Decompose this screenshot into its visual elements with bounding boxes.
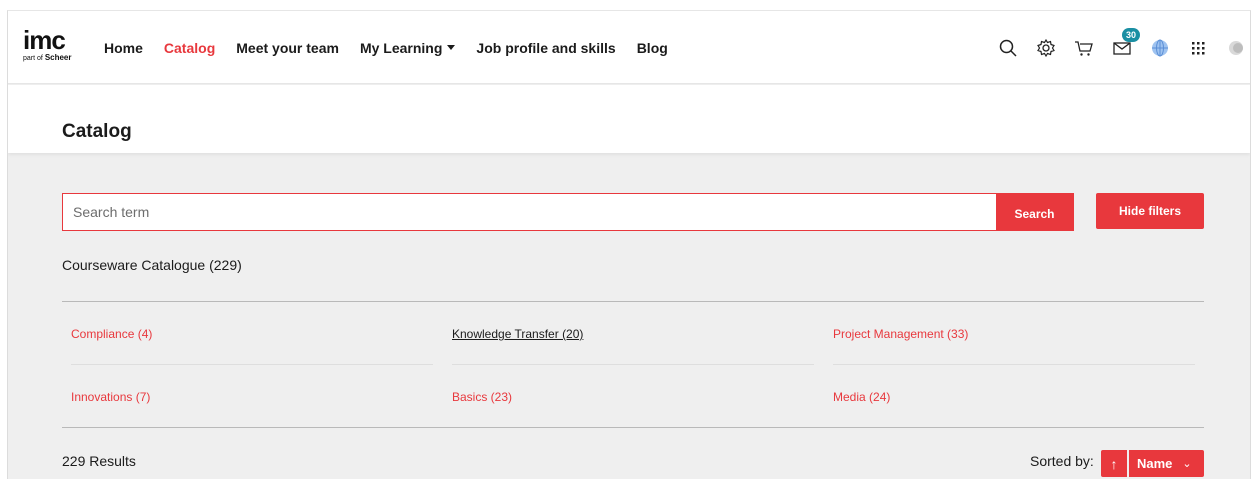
category-separator	[452, 364, 814, 365]
results-count: 229 Results	[62, 453, 136, 469]
sorted-by-label: Sorted by:	[1030, 453, 1094, 469]
chevron-down-icon: ⌄	[1182, 458, 1192, 470]
caret-down-icon	[447, 45, 456, 50]
avatar[interactable]	[1226, 38, 1246, 58]
category-knowledge-transfer[interactable]: Knowledge Transfer (20)	[452, 327, 583, 341]
header-icons: 30	[998, 11, 1250, 84]
logo-text: imc	[23, 25, 66, 55]
hide-filters-button[interactable]: Hide filters	[1096, 193, 1204, 229]
globe-icon[interactable]	[1150, 38, 1170, 58]
category-media[interactable]: Media (24)	[833, 390, 890, 404]
mail-icon[interactable]: 30	[1112, 27, 1140, 58]
search-bar: Search	[62, 193, 1074, 231]
nav-job-profile[interactable]: Job profile and skills	[476, 40, 615, 56]
nav-home[interactable]: Home	[104, 40, 143, 56]
page-title-bar: Catalog	[8, 85, 1250, 153]
divider	[62, 301, 1204, 302]
imc-logo[interactable]: imc part of Scheer	[23, 25, 75, 65]
main-nav: Home Catalog Meet your team My Learning …	[104, 11, 689, 84]
search-input[interactable]	[63, 194, 996, 230]
category-basics[interactable]: Basics (23)	[452, 390, 512, 404]
category-innovations[interactable]: Innovations (7)	[71, 390, 150, 404]
divider	[62, 427, 1204, 428]
category-project-management[interactable]: Project Management (33)	[833, 327, 968, 341]
search-button[interactable]: Search	[996, 194, 1073, 230]
arrow-up-icon: ↑	[1110, 455, 1118, 472]
search-icon[interactable]	[998, 38, 1018, 58]
category-separator	[71, 364, 433, 365]
nav-my-learning[interactable]: My Learning	[359, 39, 456, 56]
app-window: imc part of Scheer Home Catalog Meet you…	[7, 10, 1251, 479]
nav-catalog[interactable]: Catalog	[164, 40, 215, 56]
sort-field-label: Name	[1137, 456, 1173, 471]
top-navigation-bar: imc part of Scheer Home Catalog Meet you…	[8, 11, 1250, 84]
page-title: Catalog	[62, 121, 132, 142]
sort-field-dropdown[interactable]: Name ⌄	[1129, 450, 1204, 477]
nav-blog[interactable]: Blog	[637, 40, 668, 56]
logo-sub-bold: Scheer	[44, 53, 72, 62]
logo-subtext: part of Scheer	[23, 53, 75, 62]
messages-count-badge: 30	[1122, 27, 1140, 42]
cart-icon[interactable]	[1074, 38, 1094, 58]
category-separator	[833, 364, 1195, 365]
logo-sub-small: part of	[23, 55, 43, 62]
gear-icon[interactable]	[1036, 38, 1056, 58]
apps-grid-icon[interactable]	[1188, 38, 1208, 58]
nav-my-learning-label: My Learning	[359, 39, 443, 56]
sort-direction-button[interactable]: ↑	[1101, 450, 1127, 477]
nav-meet-your-team[interactable]: Meet your team	[236, 40, 339, 56]
category-compliance[interactable]: Compliance (4)	[71, 327, 152, 341]
catalogue-name: Courseware Catalogue (229)	[62, 257, 242, 273]
